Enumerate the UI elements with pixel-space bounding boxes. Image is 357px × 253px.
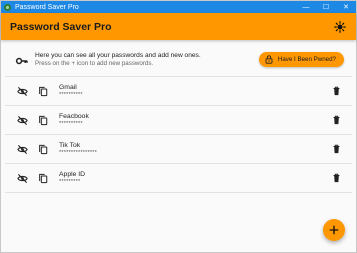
intro-line-1: Here you can see all your passwords and …	[35, 52, 201, 59]
password-name: Tik Tok	[59, 142, 81, 149]
password-item: Feacbook **********	[5, 106, 352, 135]
eye-off-icon[interactable]	[16, 85, 28, 97]
maximize-button[interactable]: ☐	[316, 1, 336, 13]
password-item: Tik Tok ****************	[5, 135, 352, 164]
key-icon	[15, 57, 28, 65]
password-name: Gmail	[59, 84, 77, 91]
intro-text: Here you can see all your passwords and …	[35, 52, 259, 67]
delete-icon[interactable]	[330, 172, 342, 184]
lock-icon	[265, 55, 273, 64]
window-title: Password Saver Pro	[15, 3, 79, 11]
app-title: Password Saver Pro	[10, 20, 112, 33]
theme-toggle-button[interactable]	[333, 20, 347, 34]
copy-icon[interactable]	[37, 114, 49, 126]
password-item: Gmail **********	[5, 77, 352, 106]
plus-icon	[329, 225, 339, 235]
password-masked: ****************	[59, 150, 98, 156]
password-name: Feacbook	[59, 113, 89, 120]
app-bar: Password Saver Pro	[1, 13, 356, 40]
delete-icon[interactable]	[330, 85, 342, 97]
close-button[interactable]: ✕	[336, 1, 356, 13]
minimize-button[interactable]: —	[296, 1, 316, 13]
password-item-text: Tik Tok ****************	[59, 142, 330, 156]
eye-off-icon[interactable]	[16, 172, 28, 184]
copy-icon[interactable]	[37, 85, 49, 97]
password-item-text: Feacbook **********	[59, 113, 330, 127]
password-item: Apple ID *********	[5, 164, 352, 193]
have-i-been-pwned-button[interactable]: Have I Been Pwned?	[258, 52, 344, 67]
password-item-text: Apple ID *********	[59, 171, 330, 185]
eye-off-icon[interactable]	[16, 143, 28, 155]
pwned-button-label: Have I Been Pwned?	[277, 56, 336, 63]
app-window: Password Saver Pro — ☐ ✕ Password Saver …	[0, 0, 357, 253]
intro-line-2: Press on the + icon to add new passwords…	[35, 60, 154, 67]
window-titlebar: Password Saver Pro — ☐ ✕	[1, 1, 356, 13]
intro-section: Here you can see all your passwords and …	[1, 40, 356, 76]
password-name: Apple ID	[59, 171, 86, 178]
window-controls: — ☐ ✕	[296, 1, 356, 13]
password-masked: **********	[59, 92, 83, 98]
password-masked: **********	[59, 121, 83, 127]
password-item-text: Gmail **********	[59, 84, 330, 98]
copy-icon[interactable]	[37, 143, 49, 155]
eye-off-icon[interactable]	[16, 114, 28, 126]
add-password-button[interactable]	[323, 219, 345, 241]
delete-icon[interactable]	[330, 143, 342, 155]
copy-icon[interactable]	[37, 172, 49, 184]
password-masked: *********	[59, 179, 81, 185]
delete-icon[interactable]	[330, 114, 342, 126]
password-list: Gmail ********** Feacbook ********** Tik…	[1, 77, 356, 193]
app-logo-icon	[4, 3, 11, 11]
brightness-icon	[334, 20, 346, 33]
